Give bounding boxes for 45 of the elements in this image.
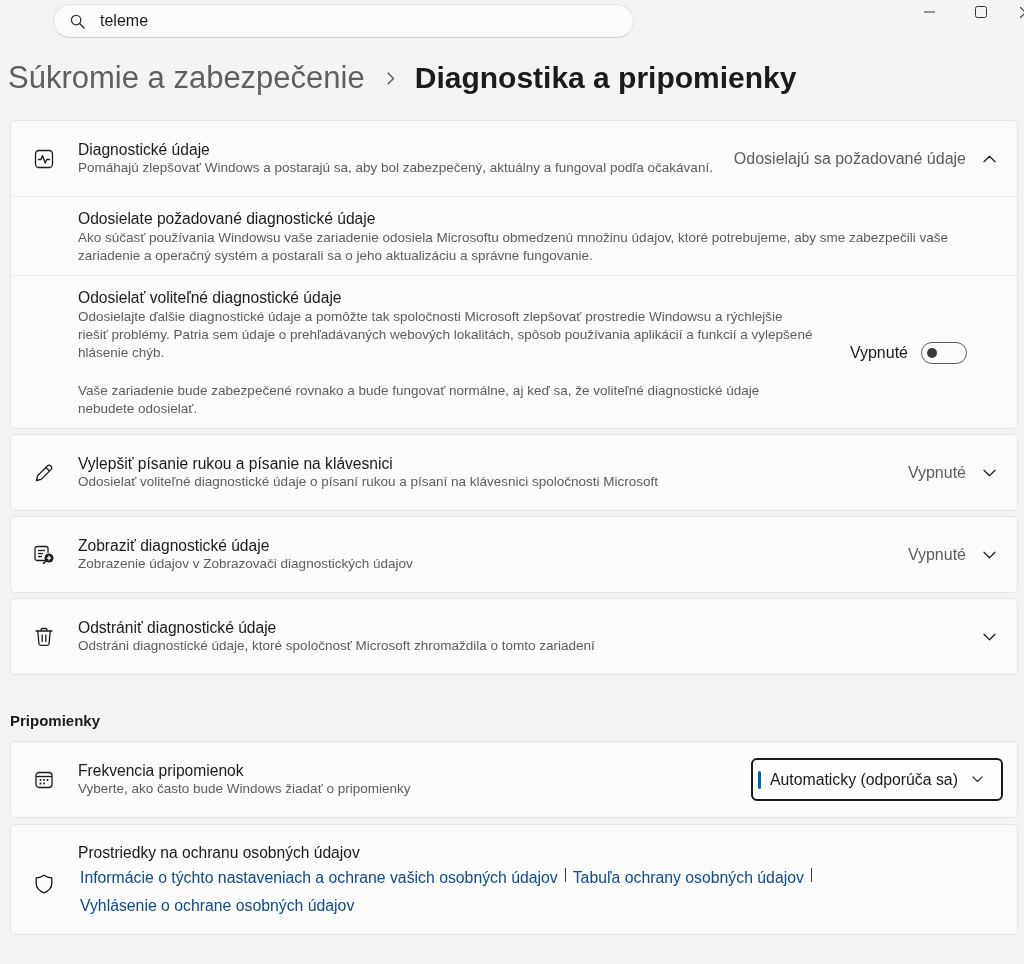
toggle-label: Vypnuté xyxy=(848,344,908,362)
pulse-icon xyxy=(34,148,54,169)
setting-title: Diagnostické údaje xyxy=(78,140,211,159)
setting-description: Vaše zariadenie bude zabezpečené rovnako a bude fungovať normálne, aj keď sa, že voliteľné diagnostické údaje nebudete odosielať. xyxy=(78,382,761,418)
setting-description: Pomáhajú zlepšovať Windows a postarajú sa, aby bol zabezpečený, aktuálny a fungoval podľa očakávaní. xyxy=(78,159,714,177)
setting-description: Odstráni diagnostické údaje, ktoré spoločnosť Microsoft zhromaždila o tomto zariadení xyxy=(78,637,596,655)
frequency-dropdown[interactable]: Automaticky (odporúča sa) xyxy=(751,758,1003,801)
setting-title: Odosielate požadované diagnostické údaje xyxy=(78,209,377,228)
status-text: Vypnuté xyxy=(907,545,966,564)
search-field[interactable]: teleme xyxy=(53,4,634,38)
setting-title: Odosielať voliteľné diagnostické údaje xyxy=(78,288,343,307)
chevron-down-icon[interactable] xyxy=(983,550,996,559)
status-text: Odosielajú sa požadované údaje xyxy=(733,149,966,168)
setting-description: Odosielať voliteľné diagnostické údaje o písaní rukou a písaní na klávesnici spoločnosti Microsoft xyxy=(78,473,660,491)
focus-bar-icon xyxy=(758,770,761,789)
privacy-link[interactable]: Vyhlásenie o ochrane osobných údajov xyxy=(80,892,355,920)
privacy-link[interactable]: Tabuľa ochrany osobných údajov xyxy=(572,864,804,892)
status-text: Vypnuté xyxy=(907,463,966,482)
search-icon xyxy=(70,13,85,29)
setting-title: Frekvencia pripomienok xyxy=(78,761,245,780)
setting-description: Odosielajte ďalšie diagnostické údaje a pomôžte tak spoločnosti Microsoft zlepšovať prostredie Windowsu a rýchlejšie riešiť problémy. Patria sem údaje o prehľadávaných webových lokalitách, spôsob používania aplikácií a funkcií a vylepšené hlásenie chýb. xyxy=(78,308,813,362)
chevron-right-icon xyxy=(386,71,395,85)
close-icon[interactable] xyxy=(1020,6,1024,18)
setting-title: Zobraziť diagnostické údaje xyxy=(78,536,271,555)
chevron-down-icon[interactable] xyxy=(983,632,996,641)
page-title: Diagnostika a pripomienky xyxy=(414,61,797,95)
maximize-icon[interactable] xyxy=(975,6,987,18)
privacy-link[interactable]: Informácie o týchto nastaveniach a ochrane vašich osobných údajov xyxy=(80,864,558,892)
chevron-down-icon[interactable] xyxy=(983,468,996,477)
setting-title: Vylepšiť písanie rukou a písanie na klávesnici xyxy=(78,454,394,473)
setting-description: Zobrazenie údajov v Zobrazovači diagnostických údajov xyxy=(78,555,414,573)
chevron-down-icon[interactable] xyxy=(972,776,983,783)
section-heading: Pripomienky xyxy=(10,712,101,729)
setting-title: Odstrániť diagnostické údaje xyxy=(78,618,278,637)
breadcrumb-link[interactable]: Súkromie a zabezpečenie xyxy=(8,60,365,96)
chevron-up-icon[interactable] xyxy=(983,154,996,163)
trash-icon xyxy=(35,626,53,647)
pencil-icon xyxy=(34,462,54,483)
calendar-icon xyxy=(34,769,54,790)
setting-description: Ako súčasť používania Windowsu vaše zariadenie odosiela Microsoftu obmedzenú množinu údajov, ktoré potrebujeme, aby sme zabezpečili vaše zariadenie a operačný systém a postarali sa o jeho aktualizáciu a správne fungovanie. xyxy=(78,229,950,265)
document-magnifier-icon xyxy=(33,544,55,565)
minimize-icon[interactable] xyxy=(923,11,935,13)
setting-description: Vyberte, ako často bude Windows žiadať o pripomienky xyxy=(78,780,412,798)
shield-icon xyxy=(35,873,53,894)
setting-title: Prostriedky na ochranu osobných údajov xyxy=(78,843,361,863)
